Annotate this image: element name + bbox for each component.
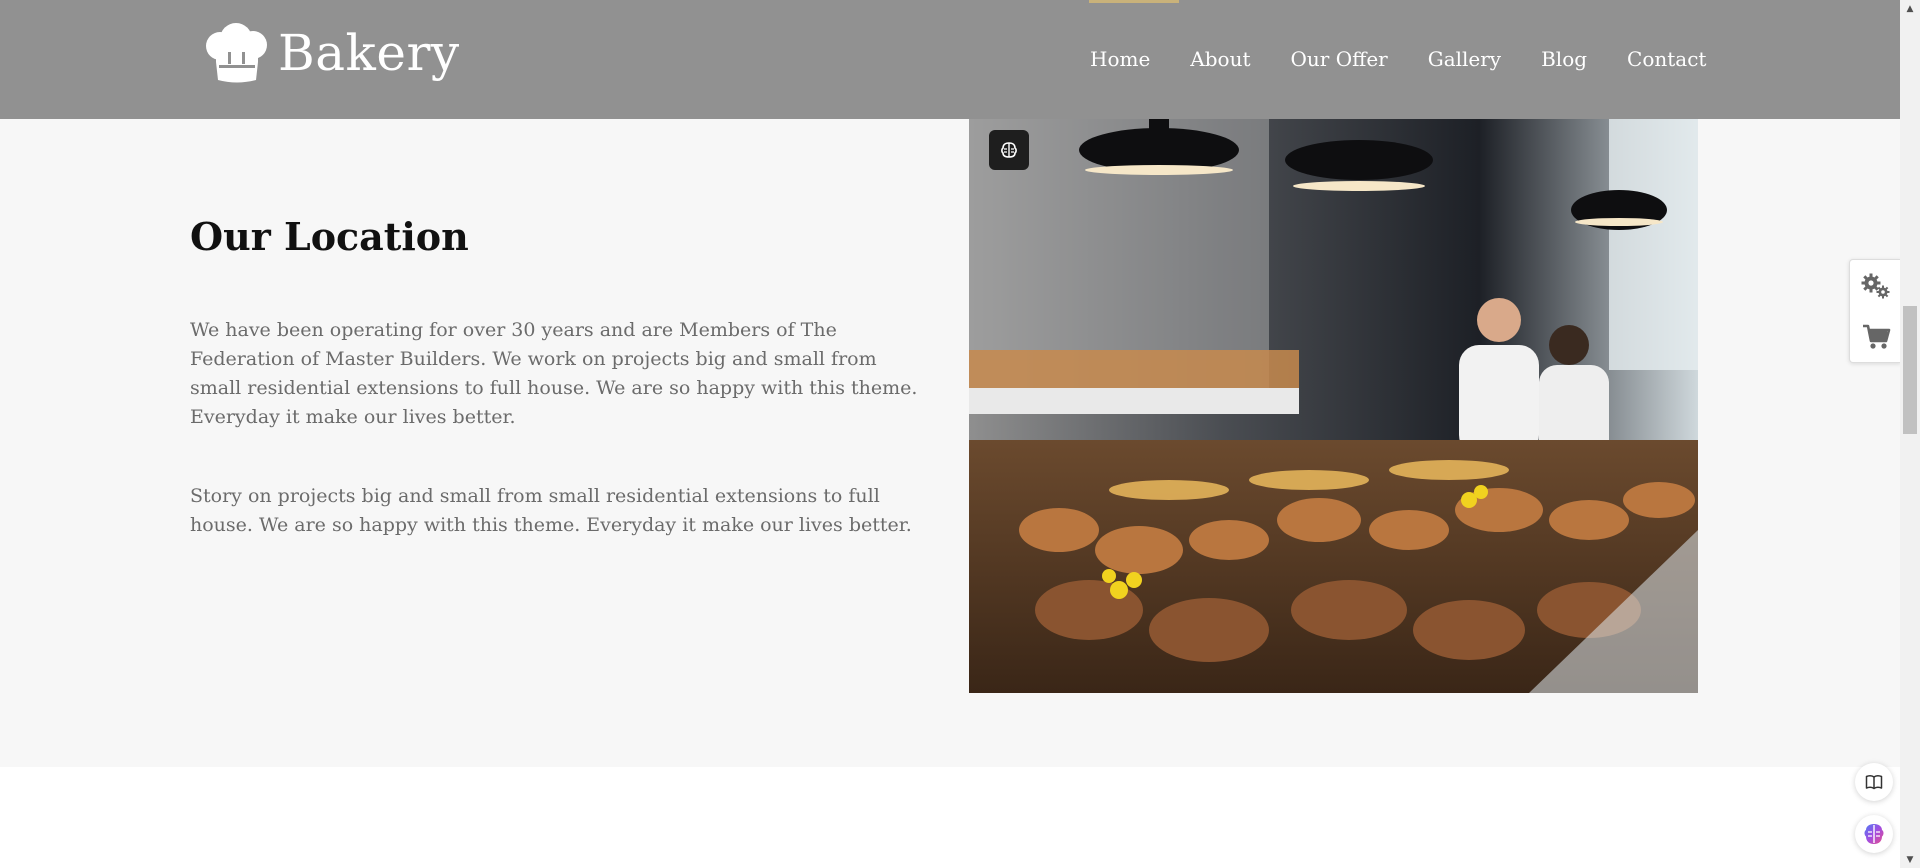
nav-home[interactable]: Home <box>1090 46 1150 72</box>
brain-icon <box>1001 142 1017 158</box>
nav-contact[interactable]: Contact <box>1627 46 1706 72</box>
side-toolbar <box>1849 259 1900 363</box>
page: Bakery Home About Our Offer Gallery Blog… <box>0 0 1900 868</box>
story-paragraph: Story on projects big and small from sma… <box>190 485 912 536</box>
bakery-photo <box>969 110 1698 693</box>
ai-assistant-button[interactable] <box>1855 815 1893 853</box>
book-icon <box>1865 775 1883 790</box>
scroll-thumb[interactable] <box>1903 306 1917 434</box>
chef-hat-icon <box>206 23 267 83</box>
scroll-down-arrow[interactable]: ▼ <box>1900 851 1920 868</box>
bakery-photo-illustration <box>969 110 1698 693</box>
gears-icon <box>1861 273 1889 298</box>
intro-paragraph: We have been operating for over 30 years… <box>190 319 918 428</box>
site-header: Bakery Home About Our Offer Gallery Blog… <box>0 0 1900 119</box>
ai-brain-badge[interactable] <box>989 130 1029 170</box>
settings-button[interactable] <box>1859 269 1893 303</box>
reader-button[interactable] <box>1855 763 1893 801</box>
section-heading: Our Location <box>190 214 469 259</box>
nav-our-offer[interactable]: Our Offer <box>1291 46 1388 72</box>
nav-blog[interactable]: Blog <box>1541 46 1587 72</box>
scroll-up-arrow[interactable]: ▲ <box>1900 0 1920 17</box>
active-nav-indicator <box>1089 0 1179 3</box>
cart-button[interactable] <box>1859 320 1893 354</box>
vertical-scrollbar[interactable]: ▲ ▼ <box>1900 0 1920 868</box>
cart-icon <box>1862 324 1890 349</box>
nav-about[interactable]: About <box>1190 46 1250 72</box>
nav-gallery[interactable]: Gallery <box>1428 46 1501 72</box>
brain-icon <box>1864 824 1884 844</box>
next-section <box>0 767 1900 868</box>
main-nav: Home About Our Offer Gallery Blog Contac… <box>1090 46 1706 72</box>
brand-name: Bakery <box>278 24 460 82</box>
brand-logo[interactable]: Bakery <box>200 22 460 84</box>
